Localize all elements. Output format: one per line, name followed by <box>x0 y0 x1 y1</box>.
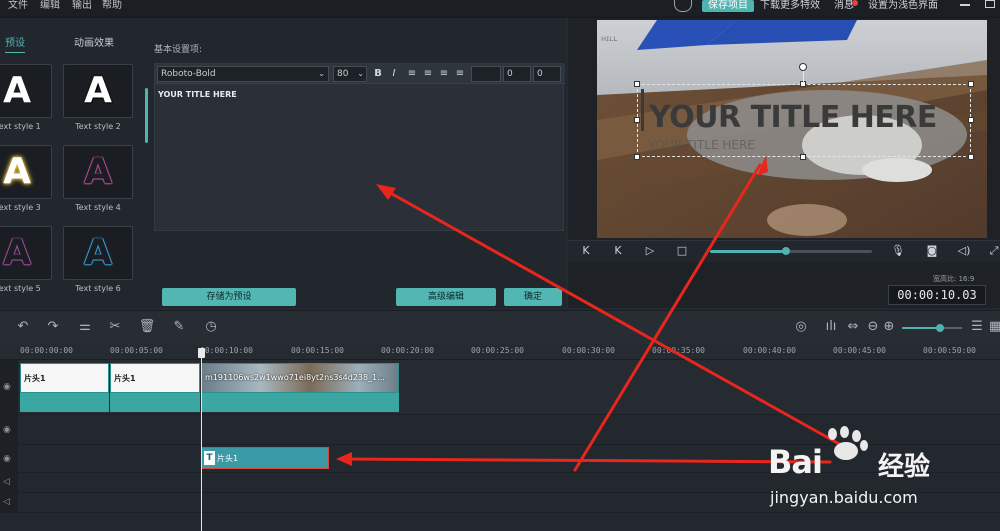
paw-pad <box>834 442 858 460</box>
arrow-to-editor <box>383 188 852 452</box>
paw-toe <box>852 430 861 442</box>
arrow-to-text-clip <box>343 457 832 464</box>
baidu-url: jingyan.baidu.com <box>770 488 918 507</box>
paw-toe <box>860 440 868 451</box>
paw-toe <box>828 428 837 440</box>
video-editor-window: 文件 编辑 输出 帮助 保存项目 下载更多特效 消息 设置为浅色界面 预设 动画… <box>0 0 1000 531</box>
arrow-head <box>336 452 352 466</box>
baidu-logo-text: Bai <box>768 443 823 481</box>
paw-toe <box>840 426 849 438</box>
arrow-head <box>376 184 396 200</box>
baidu-jingyan-text: 经验 <box>878 452 931 482</box>
arrow-to-preview <box>573 163 762 472</box>
